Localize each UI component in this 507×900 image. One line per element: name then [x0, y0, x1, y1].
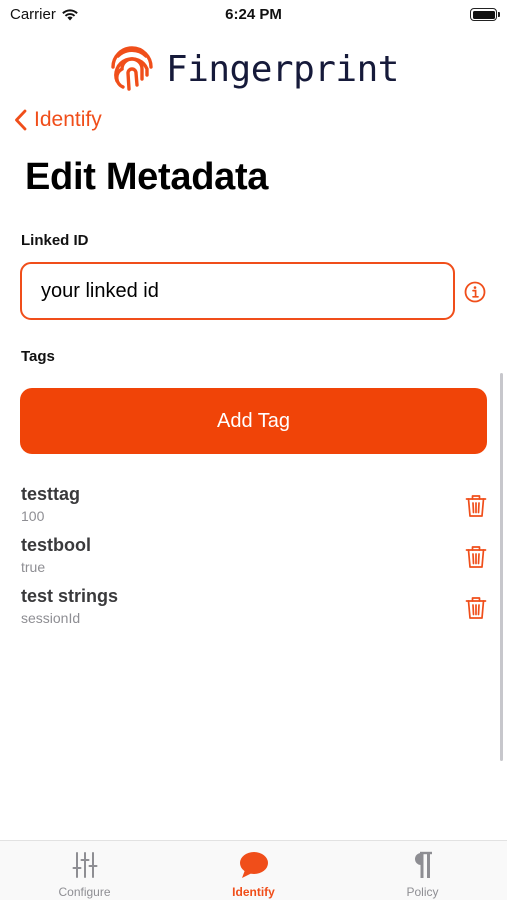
tag-name: test strings [21, 586, 119, 606]
linked-id-label: Linked ID [21, 232, 89, 249]
app-logo: Fingerprint [0, 42, 507, 96]
tab-bar: Configure Identify Policy [0, 840, 507, 900]
tag-row: testbool true [0, 535, 507, 586]
linked-id-input[interactable] [41, 279, 453, 303]
tag-value: sessionId [21, 610, 81, 626]
trash-icon[interactable] [465, 494, 487, 518]
chevron-left-icon [15, 109, 27, 131]
tag-name: testbool [21, 535, 91, 555]
tab-policy[interactable]: Policy [338, 841, 507, 900]
tag-row: test strings sessionId [0, 586, 507, 637]
tab-configure[interactable]: Configure [0, 841, 169, 900]
tab-label: Identify [232, 885, 275, 899]
battery-icon [470, 8, 500, 21]
tag-row: testtag 100 [0, 484, 507, 535]
scroll-indicator[interactable] [500, 373, 503, 761]
speech-bubble-icon [239, 852, 268, 878]
linked-id-field[interactable] [20, 262, 455, 320]
tab-label: Configure [58, 885, 111, 899]
tab-identify[interactable]: Identify [169, 841, 338, 900]
tag-name: testtag [21, 484, 81, 504]
status-time: 6:24 PM [225, 6, 282, 23]
tab-label: Policy [406, 885, 439, 899]
sliders-icon [72, 852, 97, 878]
trash-icon[interactable] [465, 545, 487, 569]
tag-list: testtag 100 testbool true test strings s… [0, 484, 507, 637]
back-button-label: Identify [34, 108, 102, 131]
page-title: Edit Metadata [25, 156, 269, 198]
tag-value: 100 [21, 508, 45, 524]
trash-icon[interactable] [465, 596, 487, 620]
back-button[interactable]: Identify [14, 108, 102, 132]
battery-level [472, 10, 495, 19]
fingerprint-icon [111, 46, 153, 91]
brand-name: Fingerprint [166, 48, 399, 90]
status-bar: Carrier 6:24 PM [0, 0, 507, 30]
tags-label: Tags [21, 348, 55, 365]
add-tag-button[interactable]: Add Tag [20, 388, 487, 454]
tag-value: true [21, 559, 46, 575]
info-icon[interactable] [464, 281, 486, 303]
pilcrow-icon [414, 851, 432, 878]
